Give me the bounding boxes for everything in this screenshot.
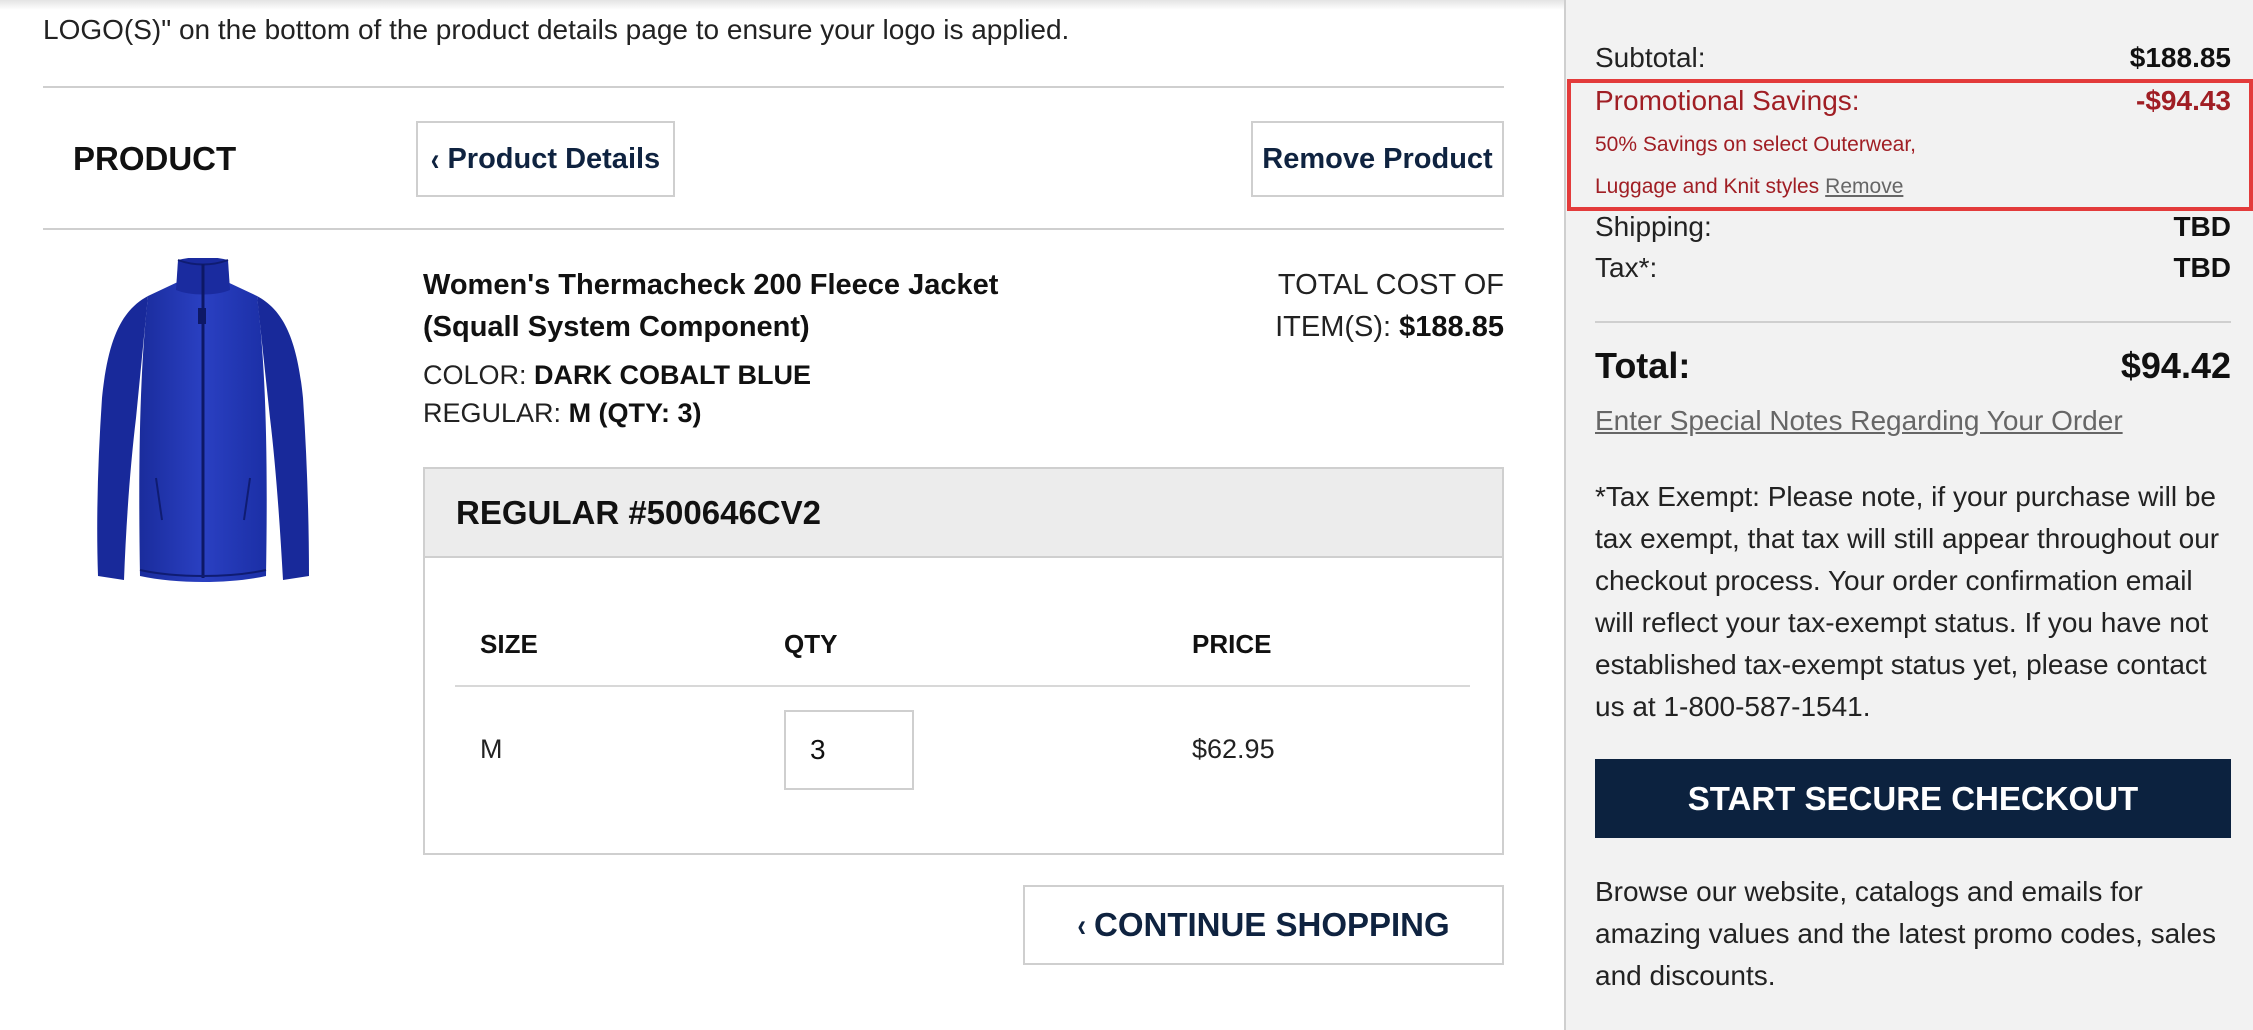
total-label: Total: — [1595, 345, 1691, 386]
promo-savings-row: Promotional Savings: -$94.43 — [1595, 85, 2231, 117]
remove-product-button[interactable]: Remove Product — [1251, 121, 1504, 197]
total-cost-value: $188.85 — [1399, 311, 1504, 343]
start-secure-checkout-button[interactable]: START SECURE CHECKOUT — [1595, 759, 2231, 838]
shipping-row: Shipping: TBD — [1595, 211, 2231, 243]
promo-description-line1: 50% Savings on select Outerwear, — [1595, 133, 1917, 156]
promo-remove-link[interactable]: Remove — [1825, 175, 1903, 198]
product-name[interactable]: Women's Thermacheck 200 Fleece Jacket (S… — [423, 264, 1043, 348]
promo-description-text: Luggage and Knit styles — [1595, 175, 1820, 198]
regular-label: REGULAR: — [423, 398, 562, 428]
divider-top — [43, 86, 1504, 88]
regular-value: M (QTY: 3) — [568, 398, 702, 428]
item-total-cost: TOTAL COST OF ITEM(S): $188.85 — [1180, 264, 1504, 348]
shipping-label: Shipping: — [1595, 211, 1712, 242]
fleece-jacket-image — [97, 257, 309, 582]
product-size-qty: REGULAR: M (QTY: 3) — [423, 398, 702, 429]
total-row: Total: $94.42 — [1595, 345, 2231, 387]
special-notes-link[interactable]: Enter Special Notes Regarding Your Order — [1595, 405, 2123, 437]
divider-product — [43, 228, 1504, 230]
sku-title: REGULAR #500646CV2 — [425, 469, 1502, 558]
shipping-value: TBD — [2173, 211, 2231, 242]
qty-column-header: QTY — [784, 629, 838, 659]
product-details-label: Product Details — [447, 142, 661, 175]
subtotal-value: $188.85 — [2129, 42, 2231, 73]
sku-table: REGULAR #500646CV2 SIZE QTY PRICE M $62.… — [423, 467, 1504, 855]
price-cell: $62.95 — [1192, 734, 1275, 764]
size-column-header: SIZE — [480, 629, 538, 659]
promo-value: -$94.43 — [2136, 85, 2231, 116]
product-image[interactable] — [90, 257, 315, 588]
color-value: DARK COBALT BLUE — [534, 360, 812, 390]
product-heading: PRODUCT — [73, 140, 237, 177]
product-details-button[interactable]: ‹ Product Details — [416, 121, 675, 197]
remove-product-label: Remove Product — [1262, 142, 1493, 175]
table-divider — [455, 685, 1470, 687]
product-color: COLOR: DARK COBALT BLUE — [423, 360, 811, 391]
tax-exempt-note: *Tax Exempt: Please note, if your purcha… — [1595, 481, 2220, 722]
tax-row: Tax*: TBD — [1595, 252, 2231, 284]
promo-description-line2: Luggage and Knit styles Remove — [1595, 175, 1903, 199]
size-cell: M — [480, 734, 503, 764]
subtotal-label: Subtotal: — [1595, 42, 1706, 73]
color-label: COLOR: — [423, 360, 527, 390]
subtotal-row: Subtotal: $188.85 — [1595, 42, 2231, 74]
browse-note: Browse our website, catalogs and emails … — [1595, 876, 2217, 991]
chevron-left-icon: ‹ — [430, 139, 440, 178]
continue-shopping-button[interactable]: ‹ CONTINUE SHOPPING — [1023, 885, 1504, 965]
summary-divider — [1595, 321, 2231, 323]
chevron-left-icon: ‹ — [1077, 905, 1086, 944]
promo-label: Promotional Savings: — [1595, 85, 1860, 116]
tax-label: Tax*: — [1595, 252, 1658, 283]
price-column-header: PRICE — [1192, 629, 1272, 659]
logo-notice-text: LOGO(S)" on the bottom of the product de… — [43, 14, 1070, 45]
quantity-input[interactable] — [784, 710, 914, 790]
continue-shopping-label: CONTINUE SHOPPING — [1093, 906, 1450, 943]
total-value: $94.42 — [2120, 345, 2231, 386]
tax-value: TBD — [2173, 252, 2231, 283]
